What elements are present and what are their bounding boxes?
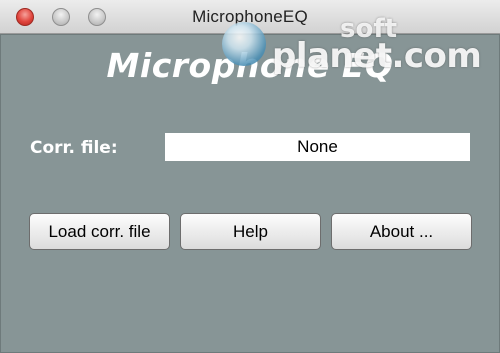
- app-heading: Microphone EQ: [106, 46, 394, 85]
- title-bar[interactable]: MicrophoneEQ: [0, 0, 500, 34]
- window-title: MicrophoneEQ: [192, 7, 308, 26]
- app-window: MicrophoneEQ Microphone EQ Corr. file: N…: [0, 0, 500, 353]
- load-corr-file-button[interactable]: Load corr. file: [29, 213, 170, 250]
- help-button[interactable]: Help: [180, 213, 321, 250]
- corr-file-label: Corr. file:: [30, 138, 118, 158]
- about-button[interactable]: About ...: [331, 213, 472, 250]
- corr-file-field: None: [165, 133, 470, 161]
